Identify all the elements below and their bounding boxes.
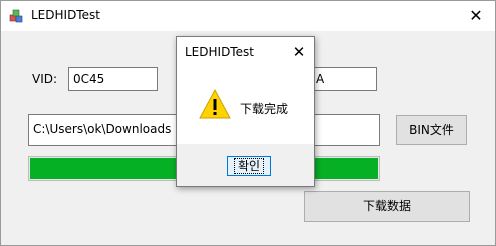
window-title: LEDHIDTest [31, 8, 100, 22]
vid-label: VID: [32, 72, 58, 86]
bin-file-button[interactable]: BIN文件 [396, 115, 467, 145]
close-icon: ✕ [292, 43, 306, 61]
dialog-message: 下载完成 [240, 102, 289, 116]
dialog-body: LEDHIDTest ✕ 下载完成 [177, 37, 314, 144]
download-data-button[interactable]: 下载数据 [304, 191, 470, 222]
ok-button[interactable]: 확인 [227, 156, 271, 176]
close-icon: ✕ [469, 6, 483, 25]
app-cubes-icon [9, 9, 23, 23]
warning-icon [199, 88, 231, 119]
pid-input[interactable]: A [309, 67, 377, 91]
title-bar: LEDHIDTest ✕ [1, 1, 495, 31]
dialog-close-button[interactable]: ✕ [287, 40, 311, 64]
dialog-title: LEDHIDTest [185, 45, 254, 59]
message-dialog: LEDHIDTest ✕ 下载完成 확인 [176, 36, 315, 187]
ok-button-label: 확인 [233, 158, 265, 174]
vid-input[interactable]: 0C45 [68, 67, 158, 91]
close-button[interactable]: ✕ [457, 1, 495, 31]
